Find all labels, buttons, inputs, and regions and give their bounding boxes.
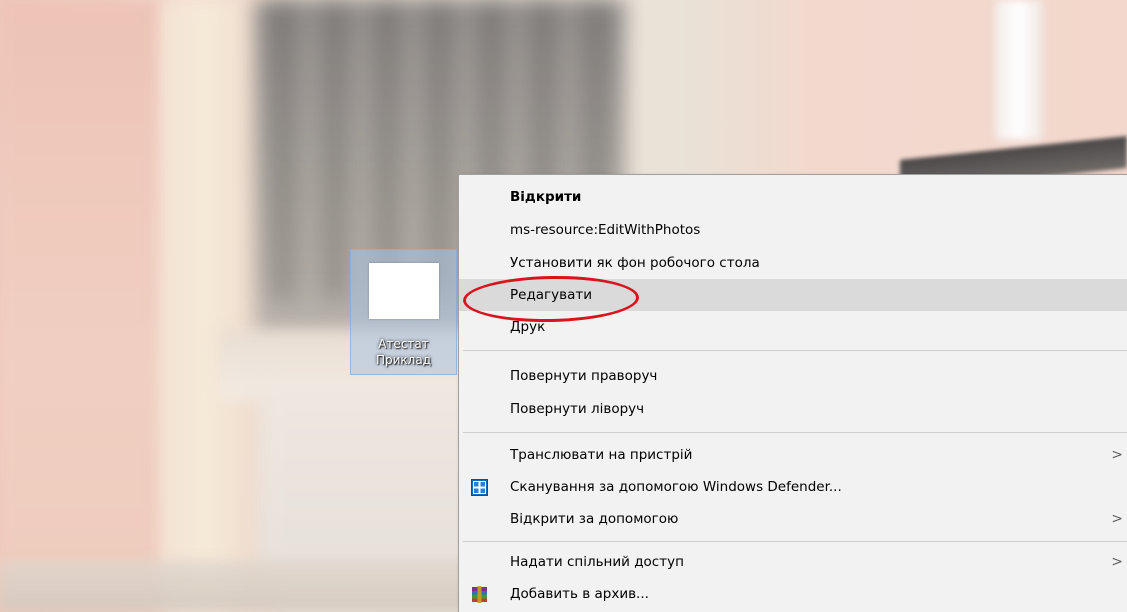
desktop-file-icon-atestat[interactable]: Атестат Приклад [350, 249, 457, 375]
desktop-icon-label-line1: Атестат [378, 337, 429, 351]
menu-separator [463, 350, 1127, 351]
menu-item-label: Повернути ліворуч [510, 401, 645, 417]
menu-item-cast-to-device[interactable]: Транслювати на пристрій > [459, 439, 1127, 471]
menu-separator [463, 541, 1127, 542]
menu-item-label: Відкрити [510, 189, 582, 205]
menu-item-label: Надати спільний доступ [510, 554, 684, 570]
menu-item-edit-with-photos[interactable]: ms-resource:EditWithPhotos [459, 214, 1127, 246]
menu-separator [463, 432, 1127, 433]
menu-item-label: Відкрити за допомогою [510, 511, 679, 527]
image-thumbnail-icon [369, 263, 439, 319]
menu-item-label: Транслювати на пристрій [510, 447, 693, 463]
windows-defender-shield-icon [471, 479, 488, 496]
menu-item-rotate-left[interactable]: Повернути ліворуч [459, 393, 1127, 425]
desktop-icon-label: Атестат Приклад [351, 336, 456, 368]
menu-item-scan-defender[interactable]: Сканування за допомогою Windows Defender… [459, 471, 1127, 503]
wallpaper-window-frame [160, 0, 255, 612]
wallpaper-wall-left [0, 0, 165, 612]
menu-item-label: ms-resource:EditWithPhotos [510, 222, 701, 238]
chevron-right-icon: > [1111, 447, 1123, 463]
menu-item-rotate-right[interactable]: Повернути праворуч [459, 360, 1127, 392]
chevron-right-icon: > [1111, 511, 1123, 527]
menu-item-edit[interactable]: Редагувати [459, 279, 1127, 311]
menu-item-label: Редагувати [510, 287, 593, 303]
menu-item-label: Повернути праворуч [510, 368, 658, 384]
menu-item-label: Друк [510, 319, 546, 335]
desktop-icon-label-line2: Приклад [375, 353, 431, 367]
menu-item-label: Сканування за допомогою Windows Defender… [510, 479, 842, 495]
menu-item-open-with[interactable]: Відкрити за допомогою > [459, 503, 1127, 535]
menu-item-label: Установити як фон робочого стола [510, 255, 760, 271]
menu-item-add-to-archive[interactable]: Добавить в архив... [459, 578, 1127, 610]
wallpaper-pillar [995, 0, 1043, 140]
menu-item-give-access[interactable]: Надати спільний доступ > [459, 546, 1127, 578]
menu-item-label: Добавить в архив... [510, 586, 649, 602]
chevron-right-icon: > [1111, 554, 1123, 570]
context-menu: Відкрити ms-resource:EditWithPhotos Уста… [458, 174, 1127, 612]
menu-item-set-as-background[interactable]: Установити як фон робочого стола [459, 247, 1127, 279]
menu-item-open[interactable]: Відкрити [459, 181, 1127, 213]
winrar-archive-icon [472, 586, 487, 603]
menu-item-print[interactable]: Друк [459, 311, 1127, 343]
desktop-screen: Атестат Приклад Відкрити ms-resource:Edi… [0, 0, 1127, 612]
